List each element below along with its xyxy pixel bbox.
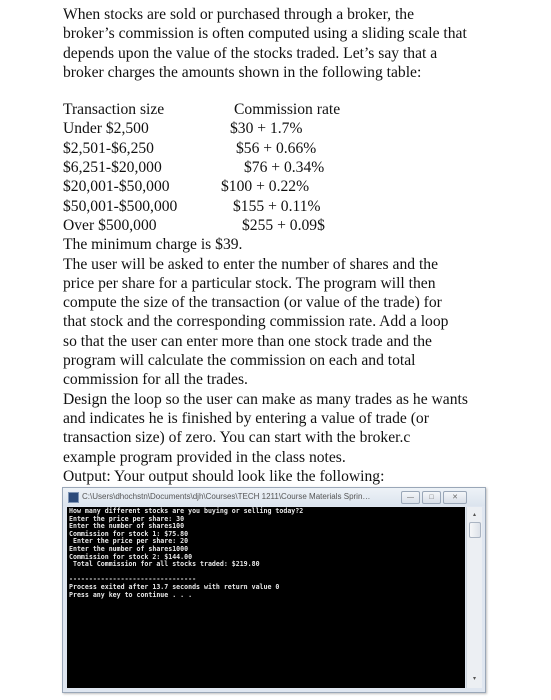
intro-line: When stocks are sold or purchased throug… xyxy=(63,6,414,23)
body-line: commission for all the trades. xyxy=(63,371,248,389)
maximize-button[interactable]: □ xyxy=(422,491,441,504)
body-line: example program provided in the class no… xyxy=(63,448,346,466)
body-line: compute the size of the transaction (or … xyxy=(63,294,442,312)
commission-rate: $155 + 0.11% xyxy=(233,197,321,215)
table-row: $2,501-$6,250 $56 + 0.66% xyxy=(63,139,543,158)
intro-paragraph: When stocks are sold or purchased throug… xyxy=(63,5,543,82)
console-title-bar[interactable]: C:\Users\dhochstn\Documents\djh\Courses\… xyxy=(63,488,485,506)
minimize-button[interactable]: — xyxy=(401,491,420,504)
header-transaction-size: Transaction size xyxy=(63,101,165,119)
console-window: C:\Users\dhochstn\Documents\djh\Courses\… xyxy=(62,487,486,693)
commission-rate: $76 + 0.34% xyxy=(244,159,325,177)
body-line: program will calculate the commission on… xyxy=(63,352,416,370)
transaction-size: $6,251-$20,000 xyxy=(63,159,162,177)
console-output[interactable]: How many different stocks are you buying… xyxy=(67,507,465,688)
commission-rate: $255 + 0.09$ xyxy=(242,216,325,234)
body-line: so that the user can enter more than one… xyxy=(63,332,432,350)
scroll-down-arrow-icon[interactable]: ▾ xyxy=(470,675,479,684)
instructions-paragraph: The minimum charge is $39. The user will… xyxy=(63,235,543,486)
body-line: and indicates he is finished by entering… xyxy=(63,409,429,427)
console-line: Press any key to continue . . . xyxy=(69,590,193,599)
intro-line: depends upon the value of the stocks tra… xyxy=(63,44,438,62)
intro-line: broker’s commission is often computed us… xyxy=(63,25,467,43)
table-row: $6,251-$20,000 $76 + 0.34% xyxy=(63,158,543,177)
document-body: When stocks are sold or purchased throug… xyxy=(63,5,543,486)
table-row: Over $500,000 $255 + 0.09$ xyxy=(63,216,543,235)
body-line: that stock and the corresponding commiss… xyxy=(63,313,449,331)
table-row: Under $2,500 $30 + 1.7% xyxy=(63,119,543,138)
body-line: Design the loop so the user can make as … xyxy=(63,390,468,408)
body-line: The minimum charge is $39. xyxy=(63,236,243,254)
scroll-up-arrow-icon[interactable]: ▴ xyxy=(470,511,479,520)
table-header-row: Transaction size Commission rate xyxy=(63,100,543,119)
transaction-size: $20,001-$50,000 xyxy=(63,178,170,196)
transaction-size: Under $2,500 xyxy=(63,120,149,138)
body-line: The user will be asked to enter the numb… xyxy=(63,255,438,273)
scrollbar-thumb[interactable] xyxy=(469,522,481,538)
transaction-size: $50,001-$500,000 xyxy=(63,197,178,215)
commission-rate: $30 + 1.7% xyxy=(230,120,303,138)
close-button[interactable]: ✕ xyxy=(443,491,467,504)
commission-rate: $56 + 0.66% xyxy=(236,139,317,157)
body-line: transaction size) of zero. You can start… xyxy=(63,429,411,447)
body-line: price per share for a particular stock. … xyxy=(63,274,436,292)
table-row: $50,001-$500,000 $155 + 0.11% xyxy=(63,197,543,216)
console-title: C:\Users\dhochstn\Documents\djh\Courses\… xyxy=(82,492,372,501)
console-line: Total Commission for all stocks traded: … xyxy=(69,560,260,569)
intro-line: broker charges the amounts shown in the … xyxy=(63,63,422,81)
header-commission-rate: Commission rate xyxy=(234,101,341,119)
transaction-size: Over $500,000 xyxy=(63,216,157,234)
console-app-icon xyxy=(68,492,79,503)
transaction-size: $2,501-$6,250 xyxy=(63,139,154,157)
commission-table: Transaction size Commission rate Under $… xyxy=(63,100,543,235)
table-row: $20,001-$50,000 $100 + 0.22% xyxy=(63,177,543,196)
vertical-scrollbar[interactable]: ▴ ▾ xyxy=(466,507,482,688)
commission-rate: $100 + 0.22% xyxy=(221,178,310,196)
body-line: Output: Your output should look like the… xyxy=(63,467,385,485)
